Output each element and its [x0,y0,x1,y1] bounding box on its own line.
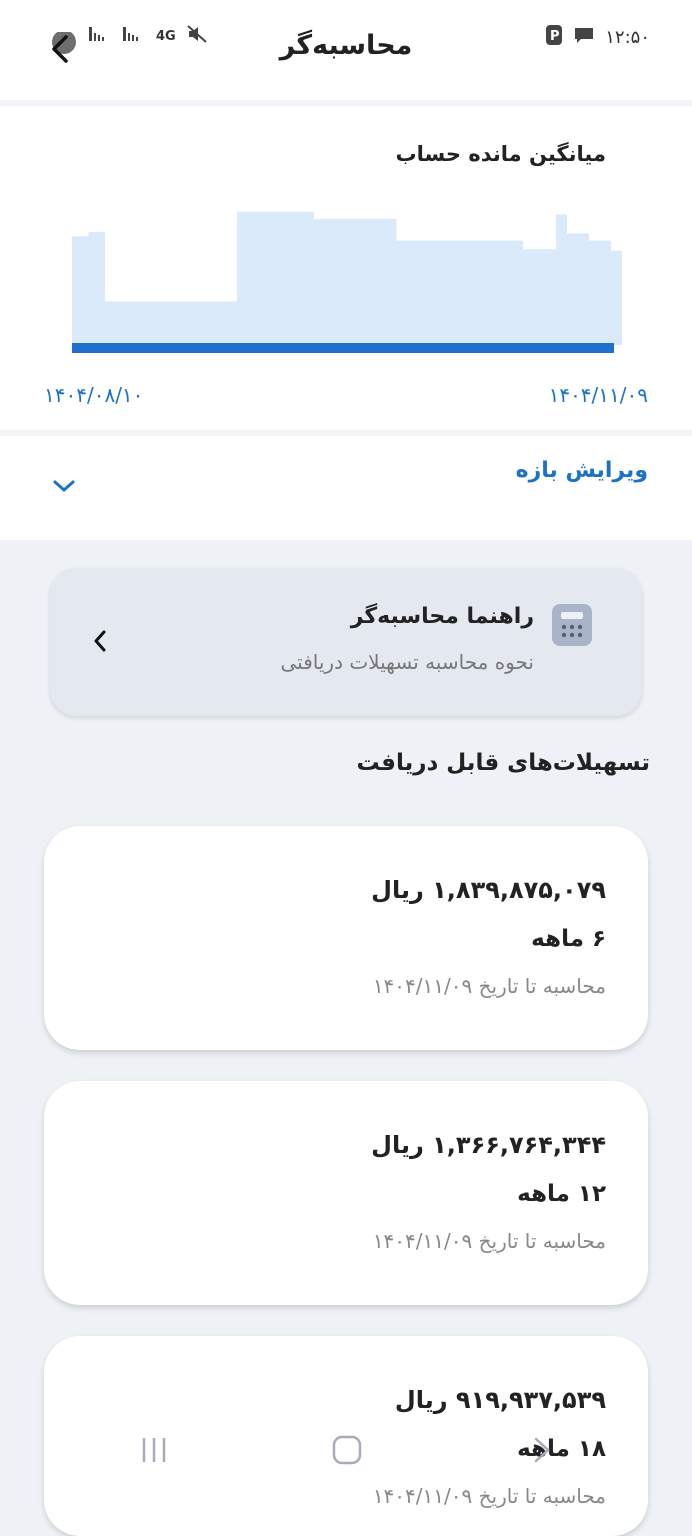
chart-end-date: ۱۴۰۴/۱۱/۰۹ [548,383,648,407]
header-divider [0,100,692,106]
facility-calc-date: محاسبه تا تاریخ ۱۴۰۴/۱۱/۰۹ [372,974,606,998]
chart-divider [0,430,692,436]
calculator-icon [552,604,592,646]
facility-calc-date: محاسبه تا تاریخ ۱۴۰۴/۱۱/۰۹ [372,1229,606,1253]
facility-term: ۱۲ ماهه [517,1181,606,1207]
guide-title: راهنما محاسبه‌گر [350,604,534,629]
facility-card[interactable]: ۱,۳۶۶,۷۶۴,۳۴۴ ریال ۱۲ ماهه محاسبه تا تار… [44,1081,648,1305]
facility-amount: ۹۱۹,۹۳۷,۵۳۹ ریال [394,1386,606,1414]
back-nav-icon[interactable] [528,1435,554,1469]
chart-title: میانگین مانده حساب [395,142,606,166]
facility-card[interactable]: ۱,۸۳۹,۸۷۵,۰۷۹ ریال ۶ ماهه محاسبه تا تاری… [44,826,648,1050]
facilities-title: تسهیلات‌های قابل دریافت [356,750,650,776]
balance-chart [72,211,622,353]
edit-range-button[interactable]: ویرایش بازه [516,458,648,483]
facility-calc-date: محاسبه تا تاریخ ۱۴۰۴/۱۱/۰۹ [372,1484,606,1508]
facility-amount: ۱,۸۳۹,۸۷۵,۰۷۹ ریال [371,876,606,904]
calculator-guide-card[interactable]: راهنما محاسبه‌گر نحوه محاسبه تسهیلات دری… [50,568,642,716]
chevron-down-icon[interactable] [52,478,76,498]
facility-amount: ۱,۳۶۶,۷۶۴,۳۴۴ ریال [371,1131,606,1159]
balance-area [72,211,622,345]
home-icon[interactable] [332,1435,362,1469]
chart-start-date: ۱۴۰۴/۰۸/۱۰ [44,383,144,407]
chevron-left-icon [90,628,110,658]
facility-term: ۶ ماهه [531,926,606,952]
system-nav-bar [0,1435,692,1485]
recent-apps-icon[interactable] [140,1435,170,1469]
guide-subtitle: نحوه محاسبه تسهیلات دریافتی [280,650,534,674]
page-title: محاسبه‌گر [279,30,413,61]
chart-baseline [72,343,614,353]
